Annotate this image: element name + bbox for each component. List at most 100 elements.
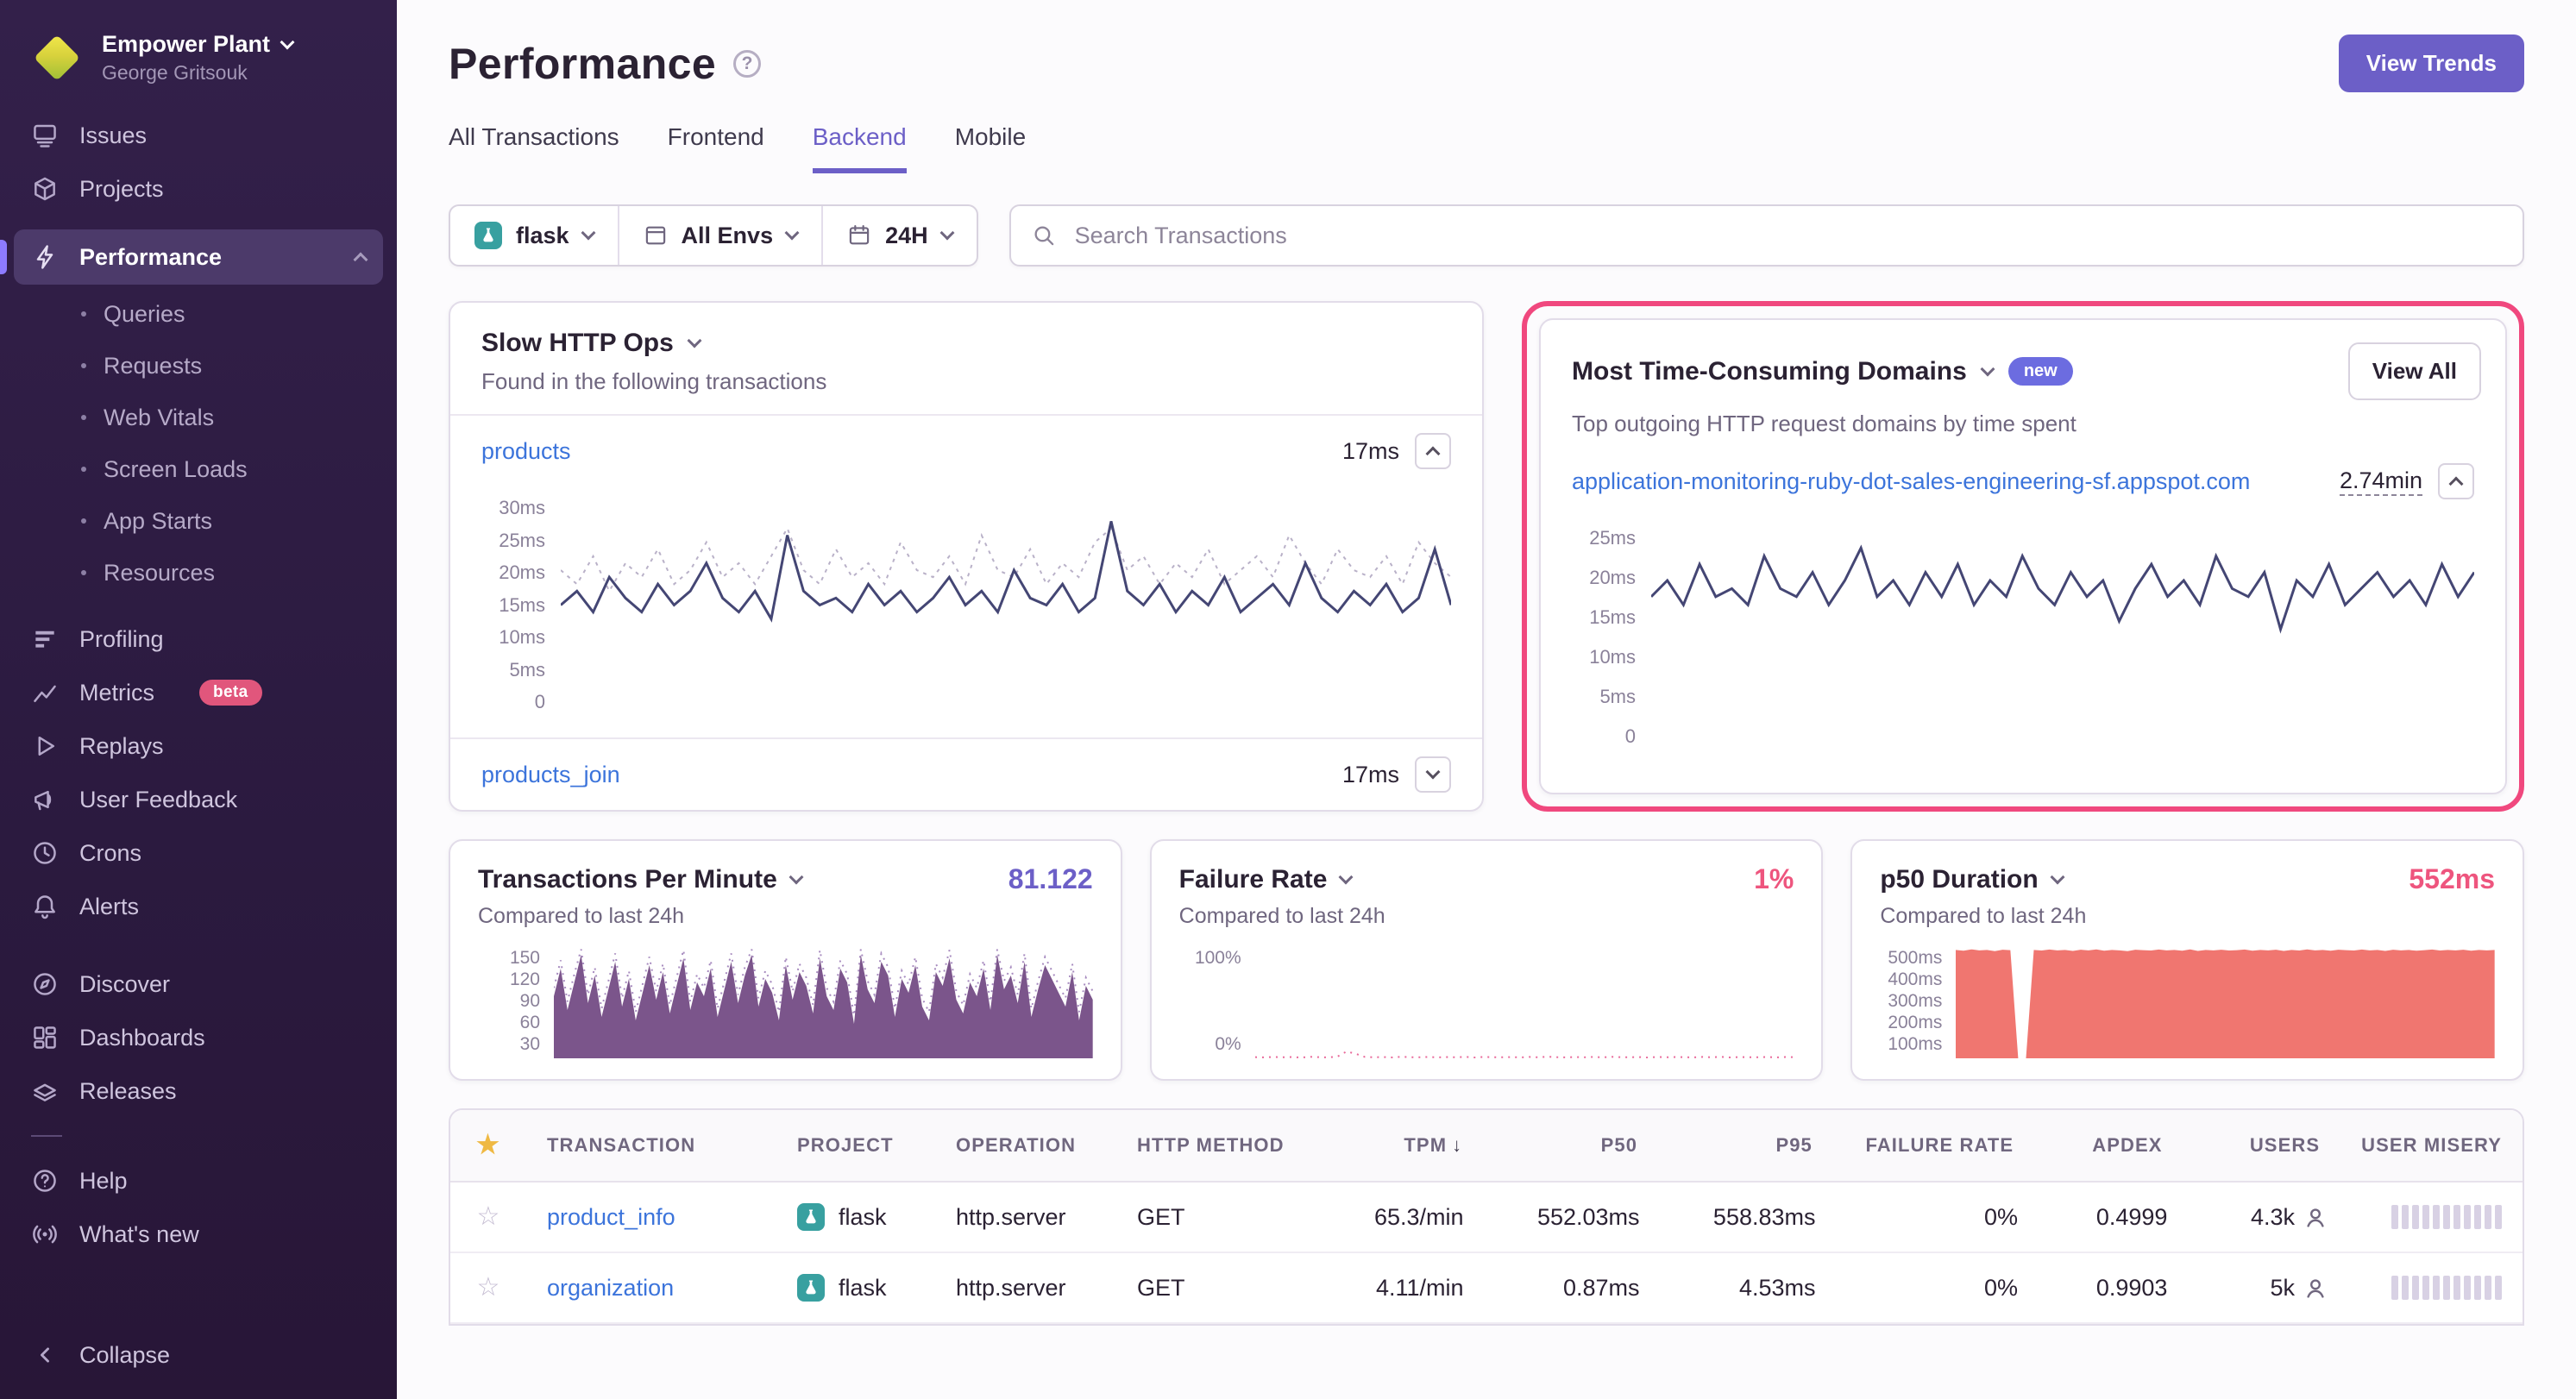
sidebar-item-discover[interactable]: Discover [0,957,397,1011]
widget-title[interactable]: p50 Duration [1880,865,2038,894]
sidebar: Empower Plant George Gritsouk Issues Pro… [0,0,397,1399]
page-header: Performance ? View Trends [449,35,2524,92]
calendar-icon [847,223,871,248]
project-cell[interactable]: flask [776,1183,935,1252]
domains-title-row[interactable]: Most Time-Consuming Domains new [1572,357,2073,386]
tpm-area-chart [554,944,1093,1058]
megaphone-icon [31,786,59,813]
p95-cell: 4.53ms [1661,1254,1837,1322]
transaction-link[interactable]: products_join [481,762,620,788]
time-spent-value: 2.74min [2340,467,2422,496]
sidebar-item-web-vitals[interactable]: Web Vitals [0,392,397,443]
sidebar-item-alerts[interactable]: Alerts [0,880,397,933]
sidebar-item-releases[interactable]: Releases [0,1064,397,1118]
bell-icon [31,893,59,920]
sidebar-subitem-label: Requests [104,353,202,380]
compass-icon [31,970,59,998]
chevron-up-icon [1426,447,1441,461]
sidebar-item-replays[interactable]: Replays [0,719,397,773]
star-header-icon[interactable]: ★ [476,1131,500,1159]
sidebar-item-user-feedback[interactable]: User Feedback [0,773,397,826]
sidebar-item-queries[interactable]: Queries [0,288,397,340]
y-tick: 500ms [1888,948,1942,969]
help-tooltip-icon[interactable]: ? [733,50,761,78]
sidebar-item-whats-new[interactable]: What's new [0,1208,397,1261]
transaction-link[interactable]: products [481,438,571,465]
sidebar-item-profiling[interactable]: Profiling [0,612,397,666]
project-name: flask [839,1275,887,1302]
slow-http-ops-widget: Slow HTTP Ops Found in the following tra… [449,301,1484,812]
widget-title[interactable]: Transactions Per Minute [478,865,777,894]
chevron-down-icon [1426,765,1441,780]
apdex-cell: 0.4999 [2039,1183,2188,1252]
view-trends-button[interactable]: View Trends [2339,35,2524,92]
search-input[interactable] [1071,221,2502,251]
widget-title[interactable]: Failure Rate [1179,865,1328,894]
col-tpm[interactable]: TPM↓ [1282,1112,1483,1179]
domain-link[interactable]: application-monitoring-ruby-dot-sales-en… [1572,468,2250,495]
widget-subtitle: Compared to last 24h [1179,904,1794,929]
p50-duration-widget: p50 Duration 552ms Compared to last 24h … [1850,839,2524,1081]
page-filters: flask All Envs 24H [449,204,978,267]
sidebar-item-resources[interactable]: Resources [0,547,397,599]
sidebar-item-label: Performance [79,244,222,271]
project-selector[interactable]: flask [450,206,618,265]
expand-toggle-button[interactable] [1415,756,1451,793]
view-all-button[interactable]: View All [2348,342,2481,400]
sidebar-item-label: Help [79,1168,128,1195]
y-axis-ticks: 25ms 20ms 15ms 10ms 5ms 0 [1572,524,1651,751]
filter-bar: flask All Envs 24H [449,204,2524,267]
sidebar-item-performance[interactable]: Performance [14,229,383,285]
sidebar-item-metrics[interactable]: Metrics beta [0,666,397,719]
sidebar-item-issues[interactable]: Issues [0,109,397,162]
environment-selector[interactable]: All Envs [618,206,822,265]
chevron-down-icon [789,869,803,884]
sidebar-divider [31,1135,62,1137]
project-name: flask [839,1204,887,1231]
tab-all-transactions[interactable]: All Transactions [449,123,619,173]
tab-frontend[interactable]: Frontend [668,123,764,173]
col-p50[interactable]: P50 [1483,1112,1658,1179]
org-switcher[interactable]: Empower Plant George Gritsouk [0,24,397,109]
sidebar-item-app-starts[interactable]: App Starts [0,495,397,547]
sidebar-item-requests[interactable]: Requests [0,340,397,392]
col-p95[interactable]: P95 [1658,1112,1833,1179]
col-user-misery[interactable]: USER MISERY [2340,1112,2523,1179]
y-tick: 15ms [1589,606,1636,629]
sidebar-item-label: Metrics [79,680,154,706]
transaction-link[interactable]: product_info [547,1204,675,1230]
feature-highlight-ring: Most Time-Consuming Domains new View All… [1522,301,2524,812]
chevron-up-icon [2449,477,2464,492]
sidebar-item-help[interactable]: Help [0,1154,397,1208]
tab-bar: All Transactions Frontend Backend Mobile [449,123,2524,173]
y-tick: 0 [1625,725,1636,748]
slow-http-ops-title-row[interactable]: Slow HTTP Ops [481,329,1451,358]
col-failure-rate[interactable]: FAILURE RATE [1833,1112,2034,1179]
star-toggle-icon[interactable]: ☆ [477,1202,500,1231]
table-header-row: ★ TRANSACTION PROJECT OPERATION HTTP MET… [450,1110,2523,1183]
tab-backend[interactable]: Backend [813,123,907,173]
tab-mobile[interactable]: Mobile [955,123,1026,173]
col-operation: OPERATION [935,1112,1116,1179]
failure-rate-cell: 0% [1837,1254,2039,1322]
col-transaction[interactable]: TRANSACTION [526,1112,776,1179]
col-apdex[interactable]: APDEX [2034,1112,2183,1179]
collapse-toggle-button[interactable] [2438,463,2474,499]
sidebar-item-screen-loads[interactable]: Screen Loads [0,443,397,495]
releases-icon [31,1077,59,1105]
project-cell[interactable]: flask [776,1253,935,1322]
main-content: Performance ? View Trends All Transactio… [397,0,2576,1399]
col-users[interactable]: USERS [2183,1112,2341,1179]
transaction-link[interactable]: organization [547,1275,674,1301]
y-tick: 0 [535,691,545,713]
sidebar-item-dashboards[interactable]: Dashboards [0,1011,397,1064]
star-toggle-icon[interactable]: ☆ [477,1273,500,1302]
duration-value: 17ms [1342,438,1399,465]
sidebar-item-projects[interactable]: Projects [0,162,397,216]
user-icon [2305,1277,2326,1298]
collapse-toggle-button[interactable] [1415,433,1451,469]
sidebar-collapse-button[interactable]: Collapse [0,1328,397,1382]
date-range-selector[interactable]: 24H [821,206,977,265]
sidebar-item-crons[interactable]: Crons [0,826,397,880]
transaction-row-products-join: products_join 17ms [450,739,1482,810]
